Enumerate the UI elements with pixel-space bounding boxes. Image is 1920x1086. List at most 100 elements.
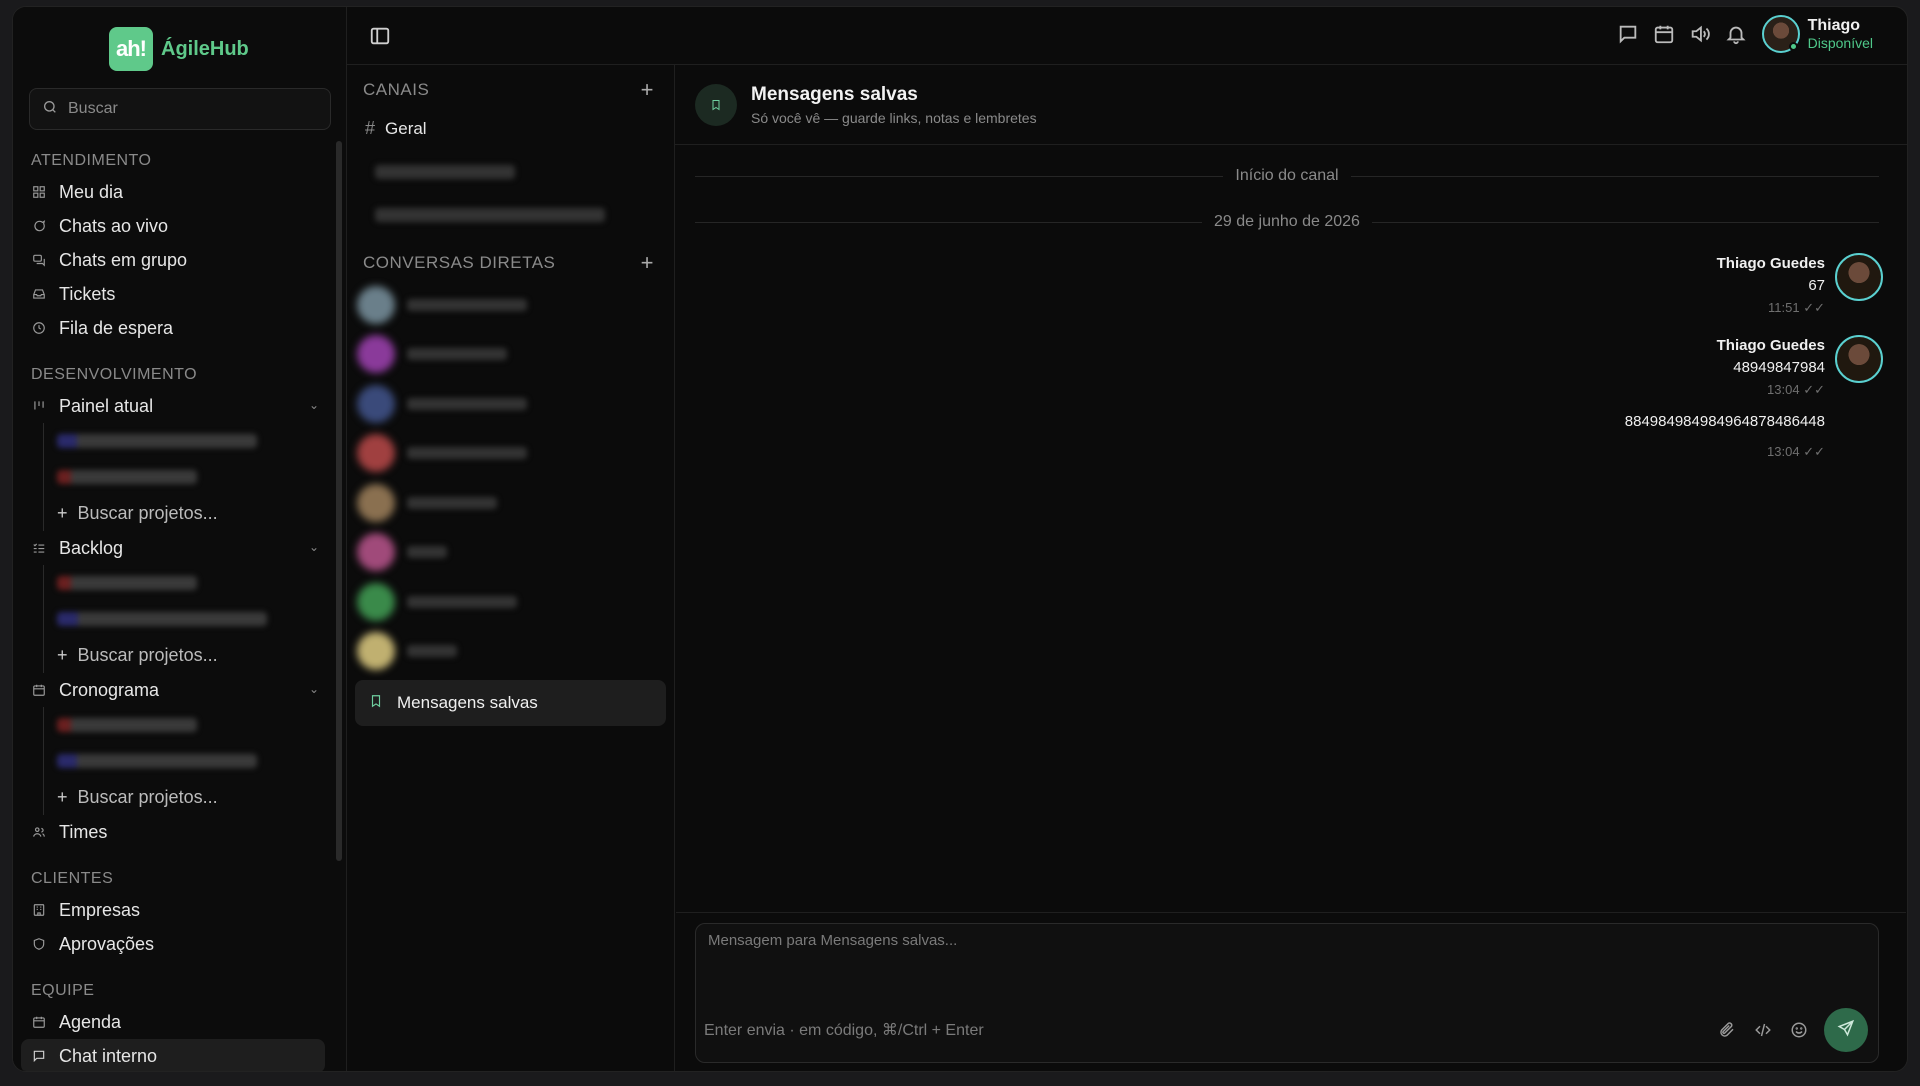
- sidebar-item-chat-interno[interactable]: Chat interno: [21, 1039, 325, 1071]
- dm-item[interactable]: [347, 429, 674, 479]
- sidebar-item-aprovacoes[interactable]: Aprovações: [13, 927, 333, 961]
- message-text: 48949847984: [1733, 359, 1825, 376]
- buscar-projetos-link[interactable]: + Buscar projetos...: [13, 637, 333, 673]
- avatar: [357, 632, 395, 671]
- sidebar-item-painel-atual[interactable]: Painel atual ⌄: [13, 389, 333, 423]
- project-item[interactable]: [13, 459, 333, 495]
- search-input[interactable]: [68, 100, 308, 118]
- user-menu[interactable]: Thiago Disponível: [1761, 15, 1873, 53]
- avatar: [357, 384, 395, 423]
- sidebar-item-label: Fila de espera: [59, 317, 174, 338]
- calendar-grid-icon: [31, 682, 47, 698]
- project-item[interactable]: [13, 743, 333, 779]
- project-item[interactable]: [13, 565, 333, 601]
- chat-panel: Mensagens salvas Só você vê — guarde lin…: [675, 65, 1907, 1071]
- project-item[interactable]: [13, 707, 333, 743]
- dm-header-label: CONVERSAS DIRETAS: [363, 253, 556, 272]
- message-time: 11:51 ✓✓: [1768, 300, 1825, 315]
- online-status-dot: [1788, 42, 1798, 51]
- paperclip-icon[interactable]: [1716, 1019, 1738, 1041]
- channels-header: CANAIS +: [347, 73, 674, 107]
- channel-label: Geral: [385, 118, 427, 138]
- message-icon[interactable]: [1617, 23, 1639, 45]
- app-window: ah! ÁgileHub ATENDIMENTO Meu dia Chats a…: [12, 6, 1908, 1072]
- sidebar-item-label: Chats em grupo: [59, 249, 188, 270]
- add-dm-icon[interactable]: +: [641, 250, 654, 276]
- double-check-icon: ✓✓: [1803, 382, 1825, 397]
- blurred-name: [407, 595, 517, 608]
- sidebar-item-label: Cronograma: [59, 679, 160, 700]
- sidebar-scrollbar[interactable]: [336, 141, 342, 861]
- code-icon[interactable]: [1752, 1019, 1774, 1041]
- dm-item[interactable]: [347, 577, 674, 627]
- clock-icon: [31, 320, 47, 336]
- search-box[interactable]: [29, 88, 331, 130]
- dm-item[interactable]: [347, 627, 674, 677]
- chevron-down-icon[interactable]: ⌄: [309, 540, 319, 554]
- project-item[interactable]: [13, 423, 333, 459]
- inbox-icon: [31, 286, 47, 302]
- avatar[interactable]: [1835, 335, 1883, 383]
- plus-icon: +: [57, 786, 68, 807]
- message-text: 884984984984964878486448: [1624, 413, 1825, 430]
- send-button[interactable]: [1824, 1008, 1868, 1052]
- speaker-icon[interactable]: [1689, 23, 1711, 45]
- blurred-channel: [375, 164, 515, 179]
- composer-hint: Enter envia · em código, ⌘/Ctrl + Enter: [704, 1022, 984, 1039]
- channel-geral[interactable]: # Geral: [347, 107, 674, 150]
- channel-item[interactable]: [347, 193, 674, 236]
- sidebar-item-label: Chat interno: [59, 1045, 158, 1066]
- bell-icon[interactable]: [1725, 23, 1747, 45]
- project-item[interactable]: [13, 601, 333, 637]
- sidebar-item-chats-em-grupo[interactable]: Chats em grupo: [13, 243, 333, 277]
- section-equipe: EQUIPE: [31, 982, 95, 999]
- emoji-icon[interactable]: [1788, 1019, 1810, 1041]
- chevron-down-icon[interactable]: ⌄: [309, 682, 319, 696]
- dm-item[interactable]: [347, 478, 674, 528]
- message[interactable]: 884984984984964878486448 13:04 ✓✓: [1307, 411, 1907, 463]
- buscar-projetos-link[interactable]: + Buscar projetos...: [13, 495, 333, 531]
- message-author: Thiago Guedes: [1716, 255, 1825, 272]
- sidebar-item-chats-ao-vivo[interactable]: Chats ao vivo: [13, 209, 333, 243]
- channel-start-label: Início do canal: [1223, 167, 1351, 185]
- sidebar-item-agenda[interactable]: Agenda: [13, 1005, 333, 1039]
- message[interactable]: Thiago Guedes 48949847984 13:04 ✓✓: [1307, 335, 1907, 401]
- buscar-projetos-link[interactable]: + Buscar projetos...: [13, 779, 333, 815]
- avatar: [357, 533, 395, 572]
- sidebar-item-cronograma[interactable]: Cronograma ⌄: [13, 673, 333, 707]
- bookmark-icon: [369, 693, 383, 714]
- channel-item[interactable]: [347, 150, 674, 193]
- dm-item[interactable]: [347, 330, 674, 380]
- channel-mensagens-salvas[interactable]: Mensagens salvas: [355, 680, 666, 726]
- logo-text: ÁgileHub: [161, 37, 249, 60]
- double-check-icon: ✓✓: [1803, 444, 1825, 459]
- user-name: Thiago: [1807, 17, 1861, 34]
- blurred-name: [407, 298, 527, 311]
- sidebar-item-fila-de-espera[interactable]: Fila de espera: [13, 311, 333, 345]
- logo-badge: ah!: [109, 27, 153, 71]
- sidebar-item-empresas[interactable]: Empresas: [13, 893, 333, 927]
- add-channel-icon[interactable]: +: [641, 77, 654, 103]
- chevron-down-icon[interactable]: ⌄: [309, 398, 319, 412]
- avatar: [357, 483, 395, 522]
- message[interactable]: Thiago Guedes 67 11:51 ✓✓: [1307, 253, 1907, 319]
- blurred-project: [57, 612, 267, 626]
- top-icons: [1617, 23, 1747, 45]
- dm-item[interactable]: [347, 280, 674, 330]
- logo[interactable]: ah! ÁgileHub: [109, 27, 249, 71]
- sidebar-toggle-icon[interactable]: [369, 25, 391, 47]
- avatar: [357, 434, 395, 473]
- chat-bubble-icon: [31, 218, 47, 234]
- calendar-icon[interactable]: [1653, 23, 1675, 45]
- channel-list: CANAIS + # Geral CONVERSAS DIRETAS + Men…: [347, 65, 675, 1071]
- message-square-icon: [31, 1048, 47, 1064]
- sidebar-item-backlog[interactable]: Backlog ⌄: [13, 531, 333, 565]
- avatar[interactable]: [1835, 253, 1883, 301]
- sidebar-item-times[interactable]: Times: [13, 815, 333, 849]
- dm-item[interactable]: [347, 528, 674, 578]
- message-input[interactable]: [708, 932, 1772, 992]
- sidebar-item-meu-dia[interactable]: Meu dia: [13, 175, 333, 209]
- dm-item[interactable]: [347, 379, 674, 429]
- sidebar-item-tickets[interactable]: Tickets: [13, 277, 333, 311]
- avatar: [357, 335, 395, 374]
